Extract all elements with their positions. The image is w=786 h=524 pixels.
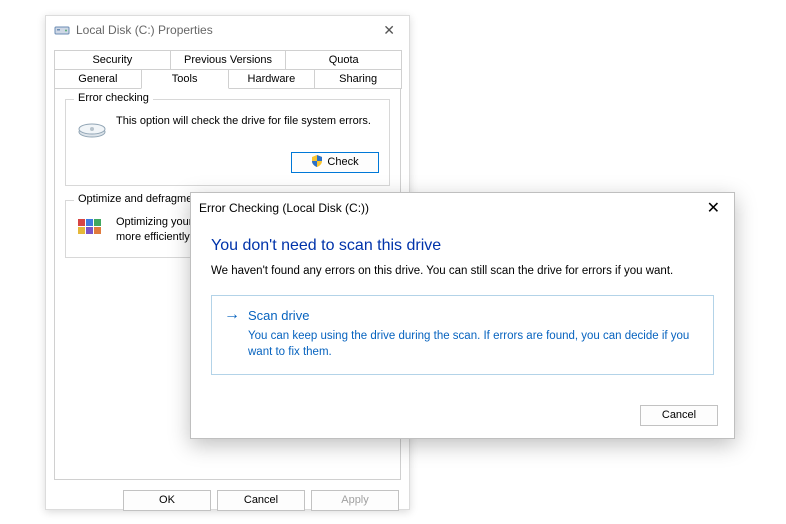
tab-general[interactable]: General — [54, 69, 142, 89]
scan-drive-label: Scan drive — [248, 308, 309, 323]
properties-title: Local Disk (C:) Properties — [76, 23, 377, 37]
error-checking-dialog: Error Checking (Local Disk (C:)) ✕ You d… — [190, 192, 735, 439]
defrag-icon — [76, 215, 108, 243]
apply-button[interactable]: Apply — [311, 490, 399, 511]
tab-quota[interactable]: Quota — [285, 50, 402, 69]
scan-drive-option[interactable]: → Scan drive You can keep using the driv… — [211, 295, 714, 375]
check-button[interactable]: Check — [291, 152, 379, 173]
cancel-button[interactable]: Cancel — [217, 490, 305, 511]
properties-buttons: OK Cancel Apply — [46, 480, 409, 511]
error-dialog-heading: You don't need to scan this drive — [211, 237, 714, 255]
drive-icon — [54, 22, 70, 38]
error-check-desc: This option will check the drive for fil… — [116, 114, 371, 129]
tab-hardware[interactable]: Hardware — [228, 69, 316, 89]
shield-icon — [311, 155, 323, 174]
group-title: Error checking — [74, 92, 153, 104]
tab-security[interactable]: Security — [54, 50, 171, 69]
close-icon[interactable]: ✕ — [377, 22, 401, 39]
check-button-label: Check — [327, 156, 358, 168]
tab-tools[interactable]: Tools — [141, 69, 229, 89]
scan-drive-sub: You can keep using the drive during the … — [248, 328, 701, 360]
ok-button[interactable]: OK — [123, 490, 211, 511]
tab-sharing[interactable]: Sharing — [314, 69, 402, 89]
cancel-button[interactable]: Cancel — [640, 405, 718, 426]
error-dialog-title: Error Checking (Local Disk (C:)) — [199, 201, 701, 215]
close-icon[interactable]: ✕ — [701, 198, 726, 218]
error-dialog-desc: We haven't found any errors on this driv… — [211, 265, 714, 277]
arrow-right-icon: → — [224, 306, 240, 324]
error-checking-titlebar[interactable]: Error Checking (Local Disk (C:)) ✕ — [191, 193, 734, 223]
tab-previous-versions[interactable]: Previous Versions — [170, 50, 287, 69]
error-checking-group: Error checking This option will check th… — [65, 99, 390, 186]
properties-titlebar[interactable]: Local Disk (C:) Properties ✕ — [46, 16, 409, 44]
hard-drive-icon — [76, 116, 108, 140]
